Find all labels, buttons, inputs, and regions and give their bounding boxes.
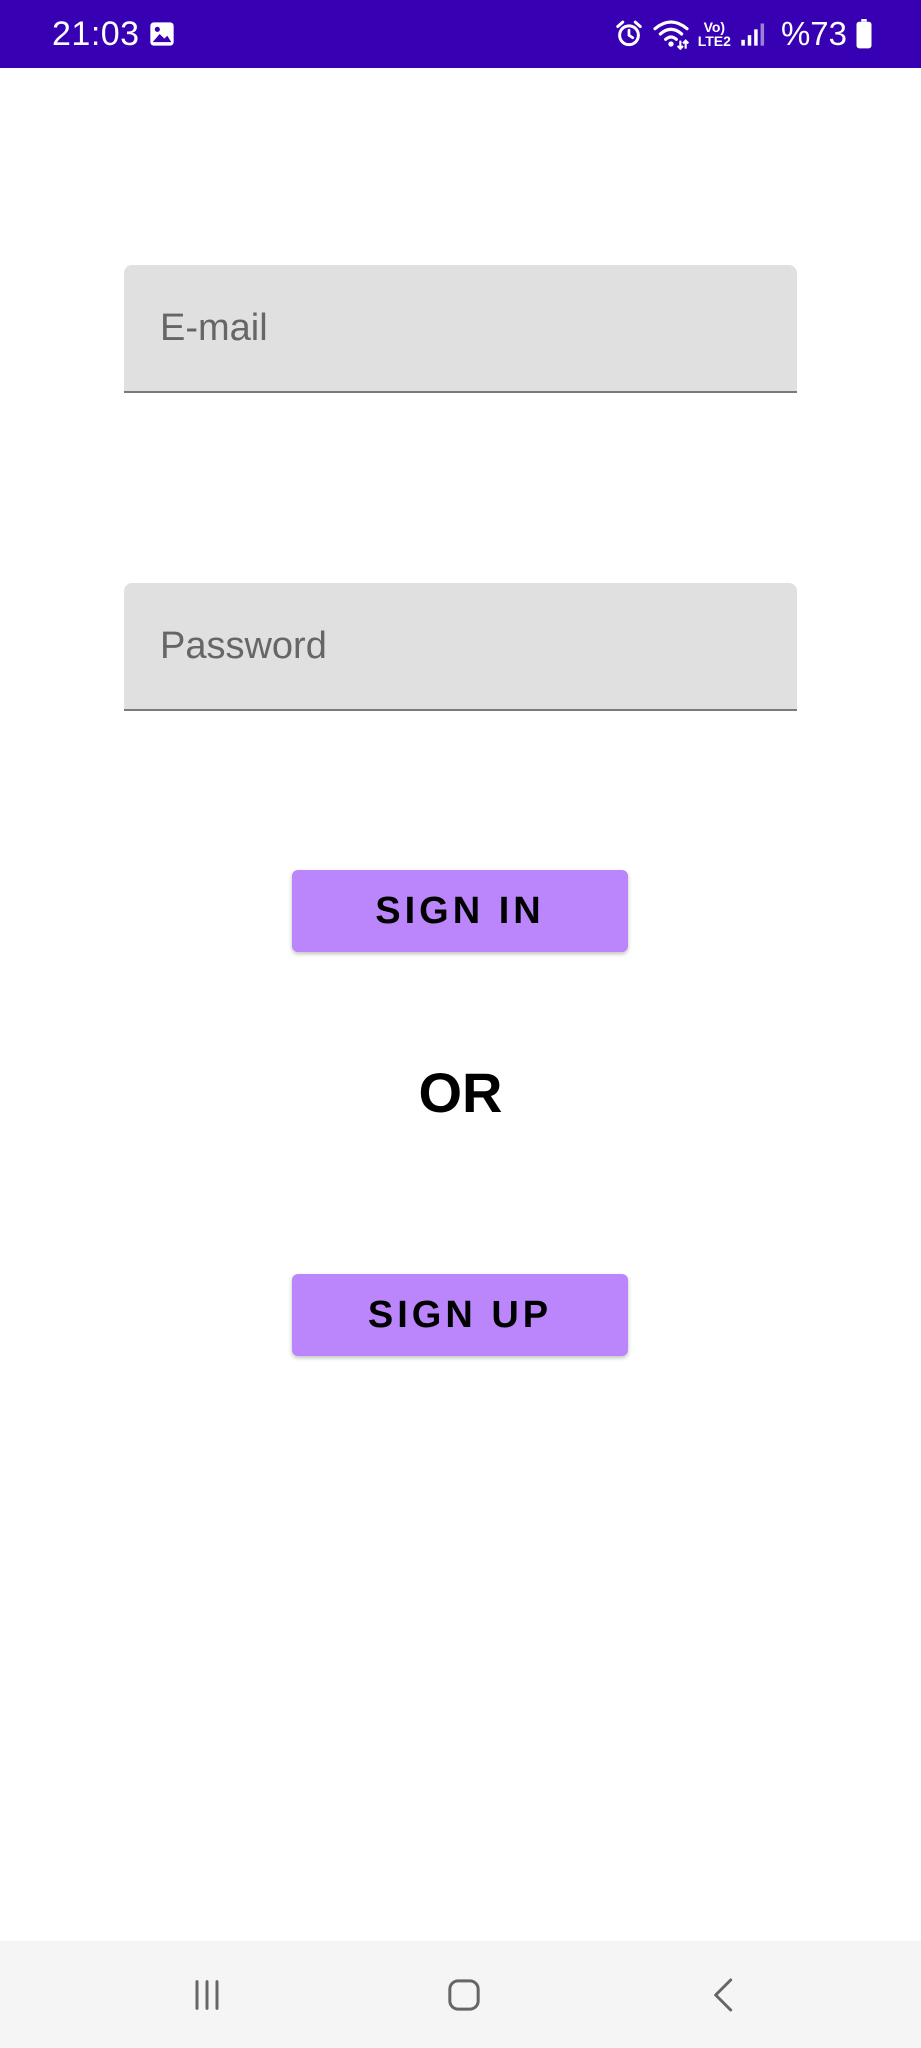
- status-icons: Vo) LTE2 %73: [614, 14, 873, 54]
- back-icon: [714, 1978, 733, 2012]
- recents-button[interactable]: [175, 1963, 239, 2027]
- gallery-icon: [150, 22, 174, 46]
- battery-percentage: %73: [780, 15, 847, 52]
- login-screen: 21:03 Vo) LTE2 %73 E-mail SIGN IN OR SIG…: [0, 0, 921, 2048]
- home-icon: [448, 1979, 480, 2011]
- wifi-icon: [653, 20, 689, 50]
- network-label-bottom: LTE2: [697, 33, 731, 49]
- sign-in-button[interactable]: SIGN IN: [292, 870, 628, 952]
- home-button[interactable]: [432, 1963, 496, 2027]
- status-time: 21:03: [52, 15, 140, 53]
- navigation-bar: [0, 1941, 921, 2048]
- password-field[interactable]: [124, 583, 797, 709]
- status-bar: 21:03 Vo) LTE2 %73: [0, 0, 921, 68]
- back-button[interactable]: [692, 1963, 756, 2027]
- battery-icon: [856, 19, 872, 49]
- email-field[interactable]: [124, 265, 797, 391]
- network-label-top: Vo): [703, 19, 726, 35]
- or-label: OR: [418, 1061, 503, 1124]
- recents-icon: [195, 1980, 219, 2010]
- password-field-container: [124, 583, 797, 711]
- email-field-container: [124, 265, 797, 393]
- sign-up-button[interactable]: SIGN UP: [292, 1274, 628, 1356]
- alarm-icon: [615, 20, 642, 47]
- signal-icon: [741, 23, 765, 46]
- network-label: Vo) LTE2: [698, 20, 731, 48]
